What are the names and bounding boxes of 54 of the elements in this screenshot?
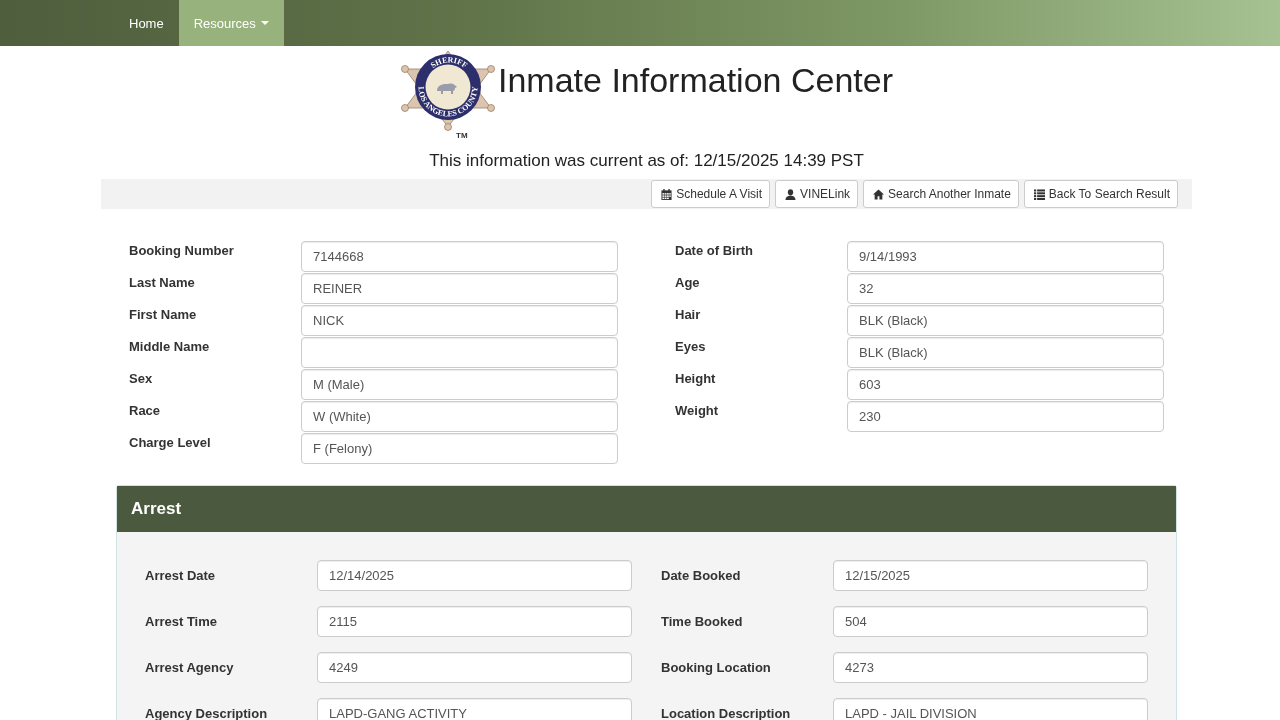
text-field[interactable]: 4273 (833, 652, 1148, 683)
text-field[interactable]: 603 (847, 369, 1164, 400)
text-field[interactable]: 9/14/1993 (847, 241, 1164, 272)
field-label: Booking Location (661, 658, 772, 677)
user-icon (785, 188, 797, 200)
text-field[interactable]: 12/14/2025 (317, 560, 632, 591)
text-field[interactable]: 230 (847, 401, 1164, 432)
field-label: Age (675, 274, 701, 292)
text-field[interactable]: BLK (Black) (847, 305, 1164, 336)
field-label: Sex (129, 370, 154, 388)
toolbar-button[interactable]: VINELink (775, 180, 859, 208)
panel-title: Arrest (117, 486, 1176, 532)
toolbar-button[interactable]: Search Another Inmate (863, 180, 1019, 208)
field-label: Last Name (129, 274, 196, 292)
text-field[interactable]: LAPD - JAIL DIVISION (833, 698, 1148, 720)
field-label: Middle Name (129, 338, 211, 356)
text-field[interactable] (301, 337, 618, 368)
nav-link[interactable]: Home (114, 0, 179, 46)
calendar-icon (661, 188, 673, 200)
field-label: Charge Level (129, 434, 212, 452)
text-field[interactable]: 12/15/2025 (833, 560, 1148, 591)
text-field[interactable]: REINER (301, 273, 618, 304)
text-field[interactable]: F (Felony) (301, 433, 618, 464)
field-label: Time Booked (661, 612, 744, 631)
field-label: Arrest Date (145, 566, 217, 585)
text-field[interactable]: LAPD-GANG ACTIVITY (317, 698, 632, 720)
toolbar-button[interactable]: Schedule A Visit (651, 180, 771, 208)
field-label: Agency Description (145, 704, 269, 720)
field-label: Arrest Time (145, 612, 218, 631)
field-label: Date Booked (661, 566, 742, 585)
text-field[interactable]: 2115 (317, 606, 632, 637)
field-label: Race (129, 402, 162, 420)
text-field[interactable]: BLK (Black) (847, 337, 1164, 368)
text-field[interactable]: M (Male) (301, 369, 618, 400)
field-label: Weight (675, 402, 720, 420)
field-label: Booking Number (129, 242, 235, 260)
field-label: First Name (129, 306, 198, 324)
field-label: Hair (675, 306, 702, 324)
page-title: Inmate Information Center (498, 60, 893, 100)
text-field[interactable]: 7144668 (301, 241, 618, 272)
home-icon (873, 188, 885, 200)
text-field[interactable]: W (White) (301, 401, 618, 432)
toolbar-button[interactable]: Back To Search Result (1023, 180, 1178, 208)
field-label: Date of Birth (675, 242, 754, 260)
field-label: Location Description (661, 704, 792, 720)
field-label: Arrest Agency (145, 658, 235, 677)
text-field[interactable]: 504 (833, 606, 1148, 637)
timestamp-text: This information was current as of: 12/15/2025 14:39 PST (428, 151, 865, 171)
text-field[interactable]: NICK (301, 305, 618, 336)
list-icon (1033, 188, 1045, 200)
field-label: Eyes (675, 338, 707, 356)
field-label: Height (675, 370, 717, 388)
text-field[interactable]: 32 (847, 273, 1164, 304)
text-field[interactable]: 4249 (317, 652, 632, 683)
